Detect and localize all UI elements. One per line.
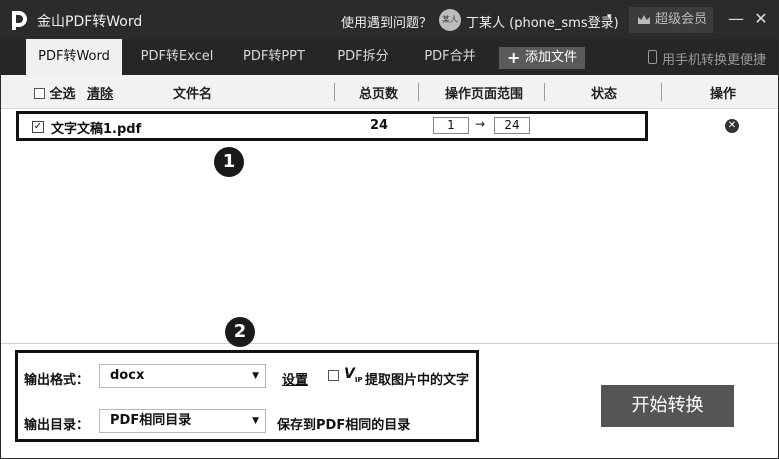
output-format-label: 输出格式：	[24, 373, 90, 388]
output-dir-label: 输出目录：	[24, 418, 90, 433]
column-divider	[544, 83, 545, 101]
callout-2: 2	[225, 317, 255, 347]
col-action: 操作	[710, 87, 737, 102]
help-link[interactable]: 使用遇到问题？	[341, 12, 432, 31]
clear-link[interactable]: 清除	[87, 83, 113, 102]
select-all[interactable]: 全选	[34, 83, 76, 102]
app-window: 金山PDF转Word 使用遇到问题？ 某人 丁某人 (phone_sms登录) …	[0, 0, 779, 459]
column-divider	[661, 83, 662, 101]
mobile-convert-label: 用手机转换更便捷	[662, 53, 767, 68]
ocr-label: 提取图片中的文字	[365, 373, 470, 388]
vip-label: 超级会员	[655, 12, 708, 27]
range-start-input[interactable]: 1	[433, 117, 469, 134]
add-file-label: 添加文件	[525, 50, 578, 65]
plus-icon: +	[507, 48, 521, 67]
output-format-select[interactable]: docx ▼	[99, 364, 266, 388]
output-dir-value: PDF相同目录	[110, 413, 192, 428]
chevron-down-icon[interactable]: ▾	[607, 12, 612, 22]
select-all-label: 全选	[49, 87, 76, 102]
col-status: 状态	[591, 87, 618, 102]
app-title: 金山PDF转Word	[37, 14, 143, 30]
vip-badge-sub: IP	[354, 375, 363, 384]
save-dir-hint: 保存到PDF相同的目录	[277, 418, 411, 433]
dropdown-arrow-icon: ▼	[252, 416, 259, 426]
output-format-value: docx	[110, 368, 145, 383]
close-button[interactable]: ✕	[751, 6, 771, 32]
ocr-checkbox[interactable]	[328, 370, 339, 381]
minimize-button[interactable]: —	[726, 6, 746, 32]
vip-button[interactable]: 超级会员	[629, 7, 713, 33]
tab-pdf-merge[interactable]: PDF合并	[405, 39, 495, 75]
tab-pdf-to-word[interactable]: PDF转Word	[26, 39, 122, 75]
start-convert-button[interactable]: 开始转换	[601, 385, 734, 427]
tab-bar: PDF转Word PDF转Excel PDF转PPT PDF拆分 PDF合并 +…	[1, 39, 778, 75]
file-checkbox[interactable]: ✓	[32, 121, 44, 133]
column-divider	[418, 83, 419, 101]
tab-pdf-to-excel[interactable]: PDF转Excel	[129, 39, 225, 75]
column-divider	[334, 83, 335, 101]
user-name[interactable]: 丁某人 (phone_sms登录)	[466, 12, 619, 31]
file-page-count: 24	[370, 118, 389, 133]
remove-file-button[interactable]: ✕	[725, 119, 739, 133]
tab-pdf-split[interactable]: PDF拆分	[318, 39, 408, 75]
app-logo-icon	[12, 11, 27, 30]
crown-icon	[638, 15, 650, 24]
range-end-input[interactable]: 24	[494, 117, 530, 134]
col-page-range: 操作页面范围	[445, 87, 524, 102]
output-dir-select[interactable]: PDF相同目录 ▼	[99, 409, 266, 433]
file-name: 文字文稿1.pdf	[51, 122, 142, 137]
dropdown-arrow-icon: ▼	[252, 371, 259, 381]
phone-icon	[648, 50, 657, 64]
col-total-pages: 总页数	[359, 87, 399, 102]
select-all-checkbox[interactable]	[34, 88, 45, 99]
vip-badge-mark: V	[344, 366, 355, 382]
vip-badge-icon: VIP	[344, 366, 363, 384]
tab-pdf-to-ppt[interactable]: PDF转PPT	[226, 39, 322, 75]
arrow-right-icon: →	[475, 117, 486, 131]
callout-1: 1	[214, 147, 244, 177]
panel-divider	[1, 343, 778, 344]
title-bar: 金山PDF转Word 使用遇到问题？ 某人 丁某人 (phone_sms登录) …	[1, 1, 778, 39]
add-file-button[interactable]: + 添加文件	[499, 47, 585, 69]
file-list-header: 全选 清除 文件名 总页数 操作页面范围 状态 操作	[1, 75, 778, 109]
settings-link[interactable]: 设置	[282, 369, 308, 388]
col-file-name: 文件名	[173, 87, 213, 102]
avatar[interactable]: 某人	[439, 9, 461, 31]
